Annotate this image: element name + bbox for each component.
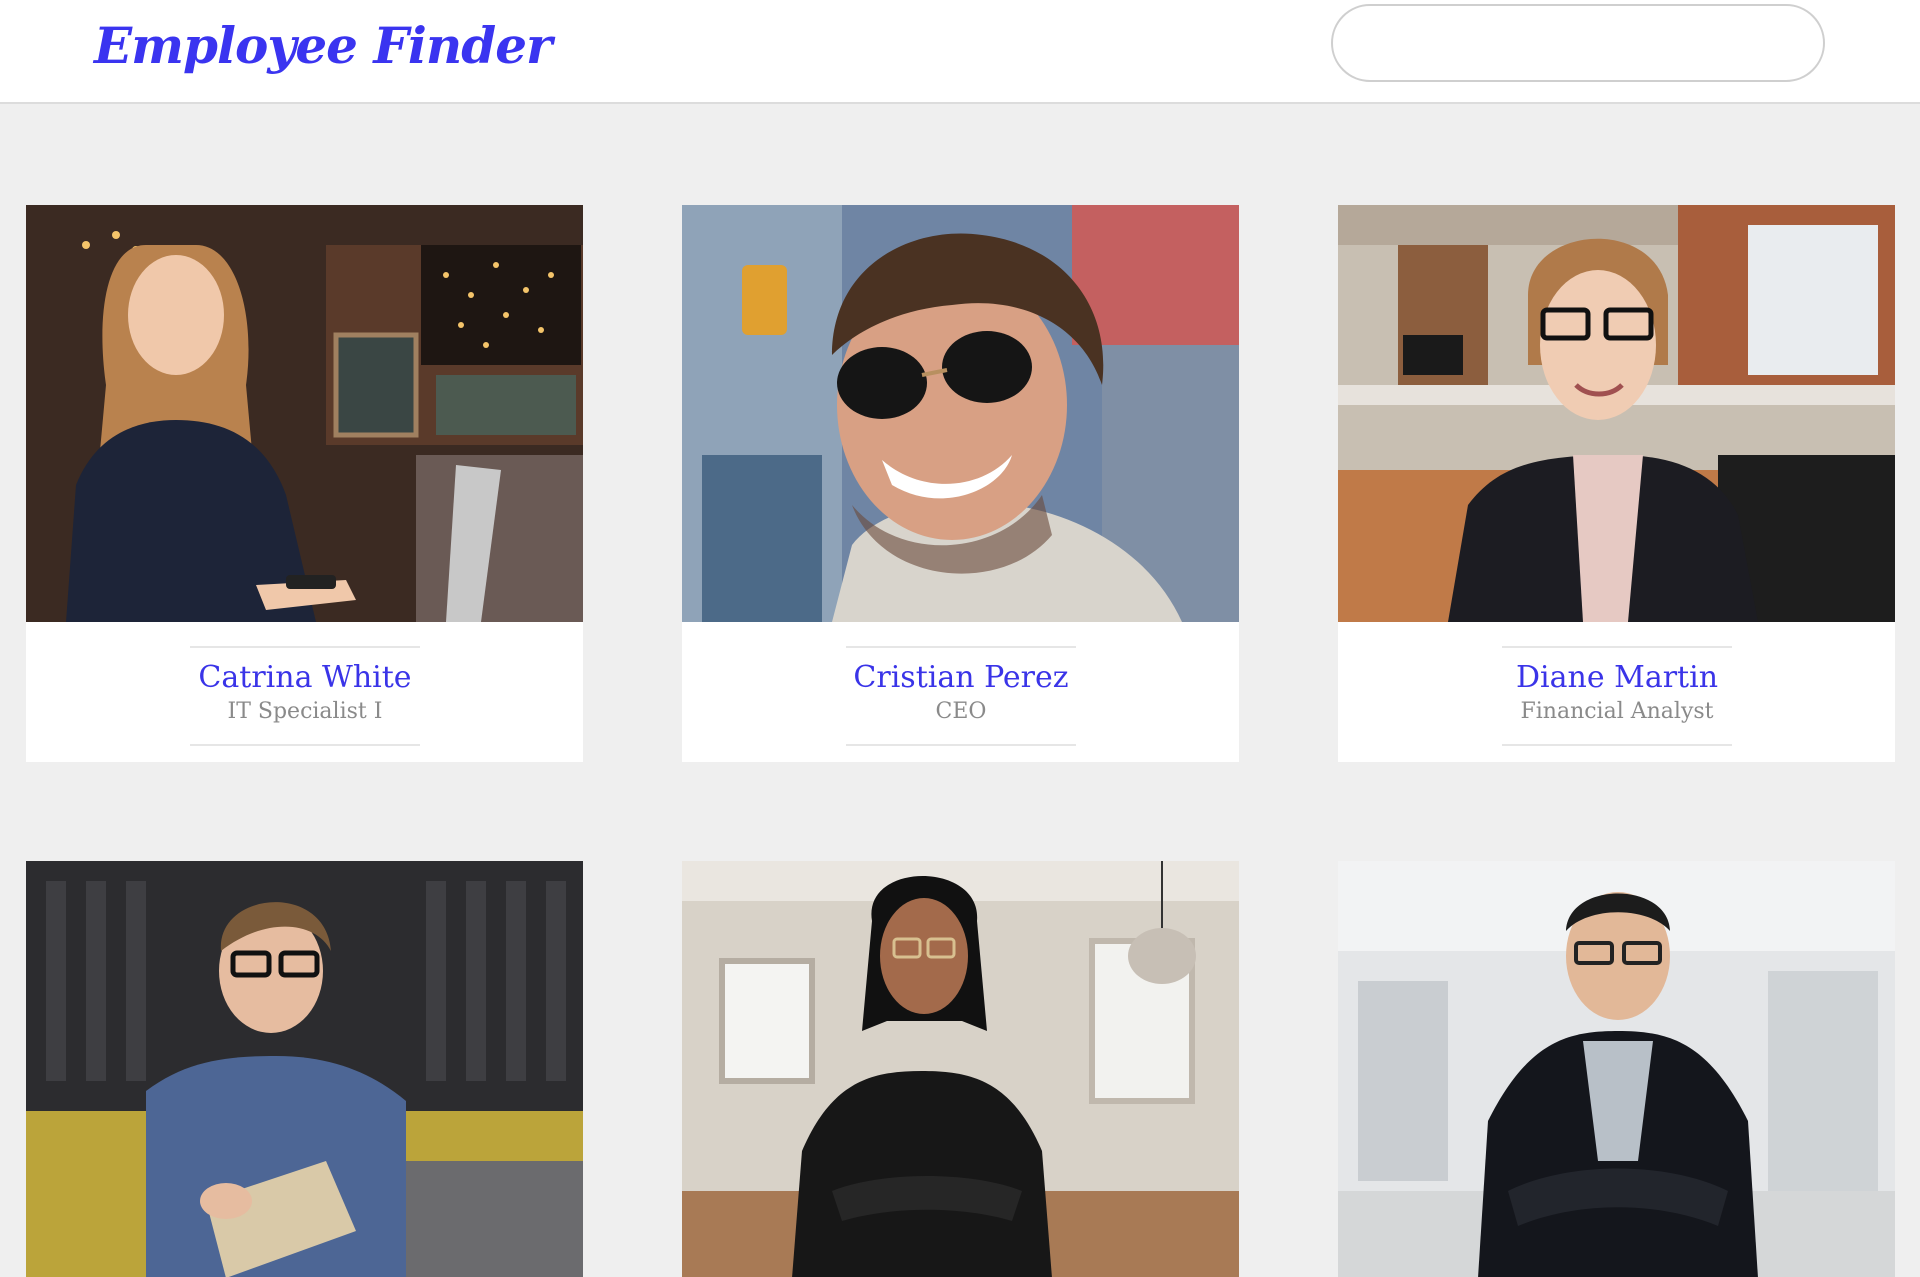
employee-card[interactable]: Diane Martin Financial Analyst (1338, 205, 1895, 762)
top-header: Employee Finder (0, 0, 1920, 104)
employee-info: Cristian Perez CEO (682, 622, 1239, 767)
employee-name[interactable]: Catrina White (190, 660, 420, 695)
employee-card[interactable] (1338, 861, 1895, 1277)
man-sunglasses-photo (682, 205, 1239, 622)
employee-card[interactable] (682, 861, 1239, 1277)
employee-name[interactable]: Cristian Perez (846, 660, 1076, 695)
employee-info-box: Cristian Perez CEO (846, 646, 1076, 746)
employee-info: Catrina White IT Specialist I (26, 622, 583, 767)
man-writing-notebook-photo (26, 861, 583, 1277)
search-input[interactable] (1331, 4, 1825, 82)
woman-arms-crossed-photo (682, 861, 1239, 1277)
man-arms-crossed-photo (1338, 861, 1895, 1277)
employee-photo (26, 205, 583, 622)
employee-card[interactable]: Cristian Perez CEO (682, 205, 1239, 762)
employee-card[interactable]: Catrina White IT Specialist I (26, 205, 583, 762)
employee-photo (1338, 205, 1895, 622)
employee-title: Financial Analyst (1520, 699, 1714, 724)
employee-photo (26, 861, 583, 1277)
woman-laptop-cafe-photo (26, 205, 583, 622)
employee-info: Diane Martin Financial Analyst (1338, 622, 1895, 767)
employee-photo (682, 861, 1239, 1277)
employee-info-box: Catrina White IT Specialist I (190, 646, 420, 746)
employee-info-box: Diane Martin Financial Analyst (1502, 646, 1732, 746)
woman-glasses-office-photo (1338, 205, 1895, 622)
app-logo[interactable]: Employee Finder (94, 6, 552, 86)
employee-photo (682, 205, 1239, 622)
employee-photo (1338, 861, 1895, 1277)
employee-card[interactable] (26, 861, 583, 1277)
employee-title: IT Specialist I (227, 699, 383, 724)
employee-name[interactable]: Diane Martin (1502, 660, 1732, 695)
employee-title: CEO (935, 699, 987, 724)
